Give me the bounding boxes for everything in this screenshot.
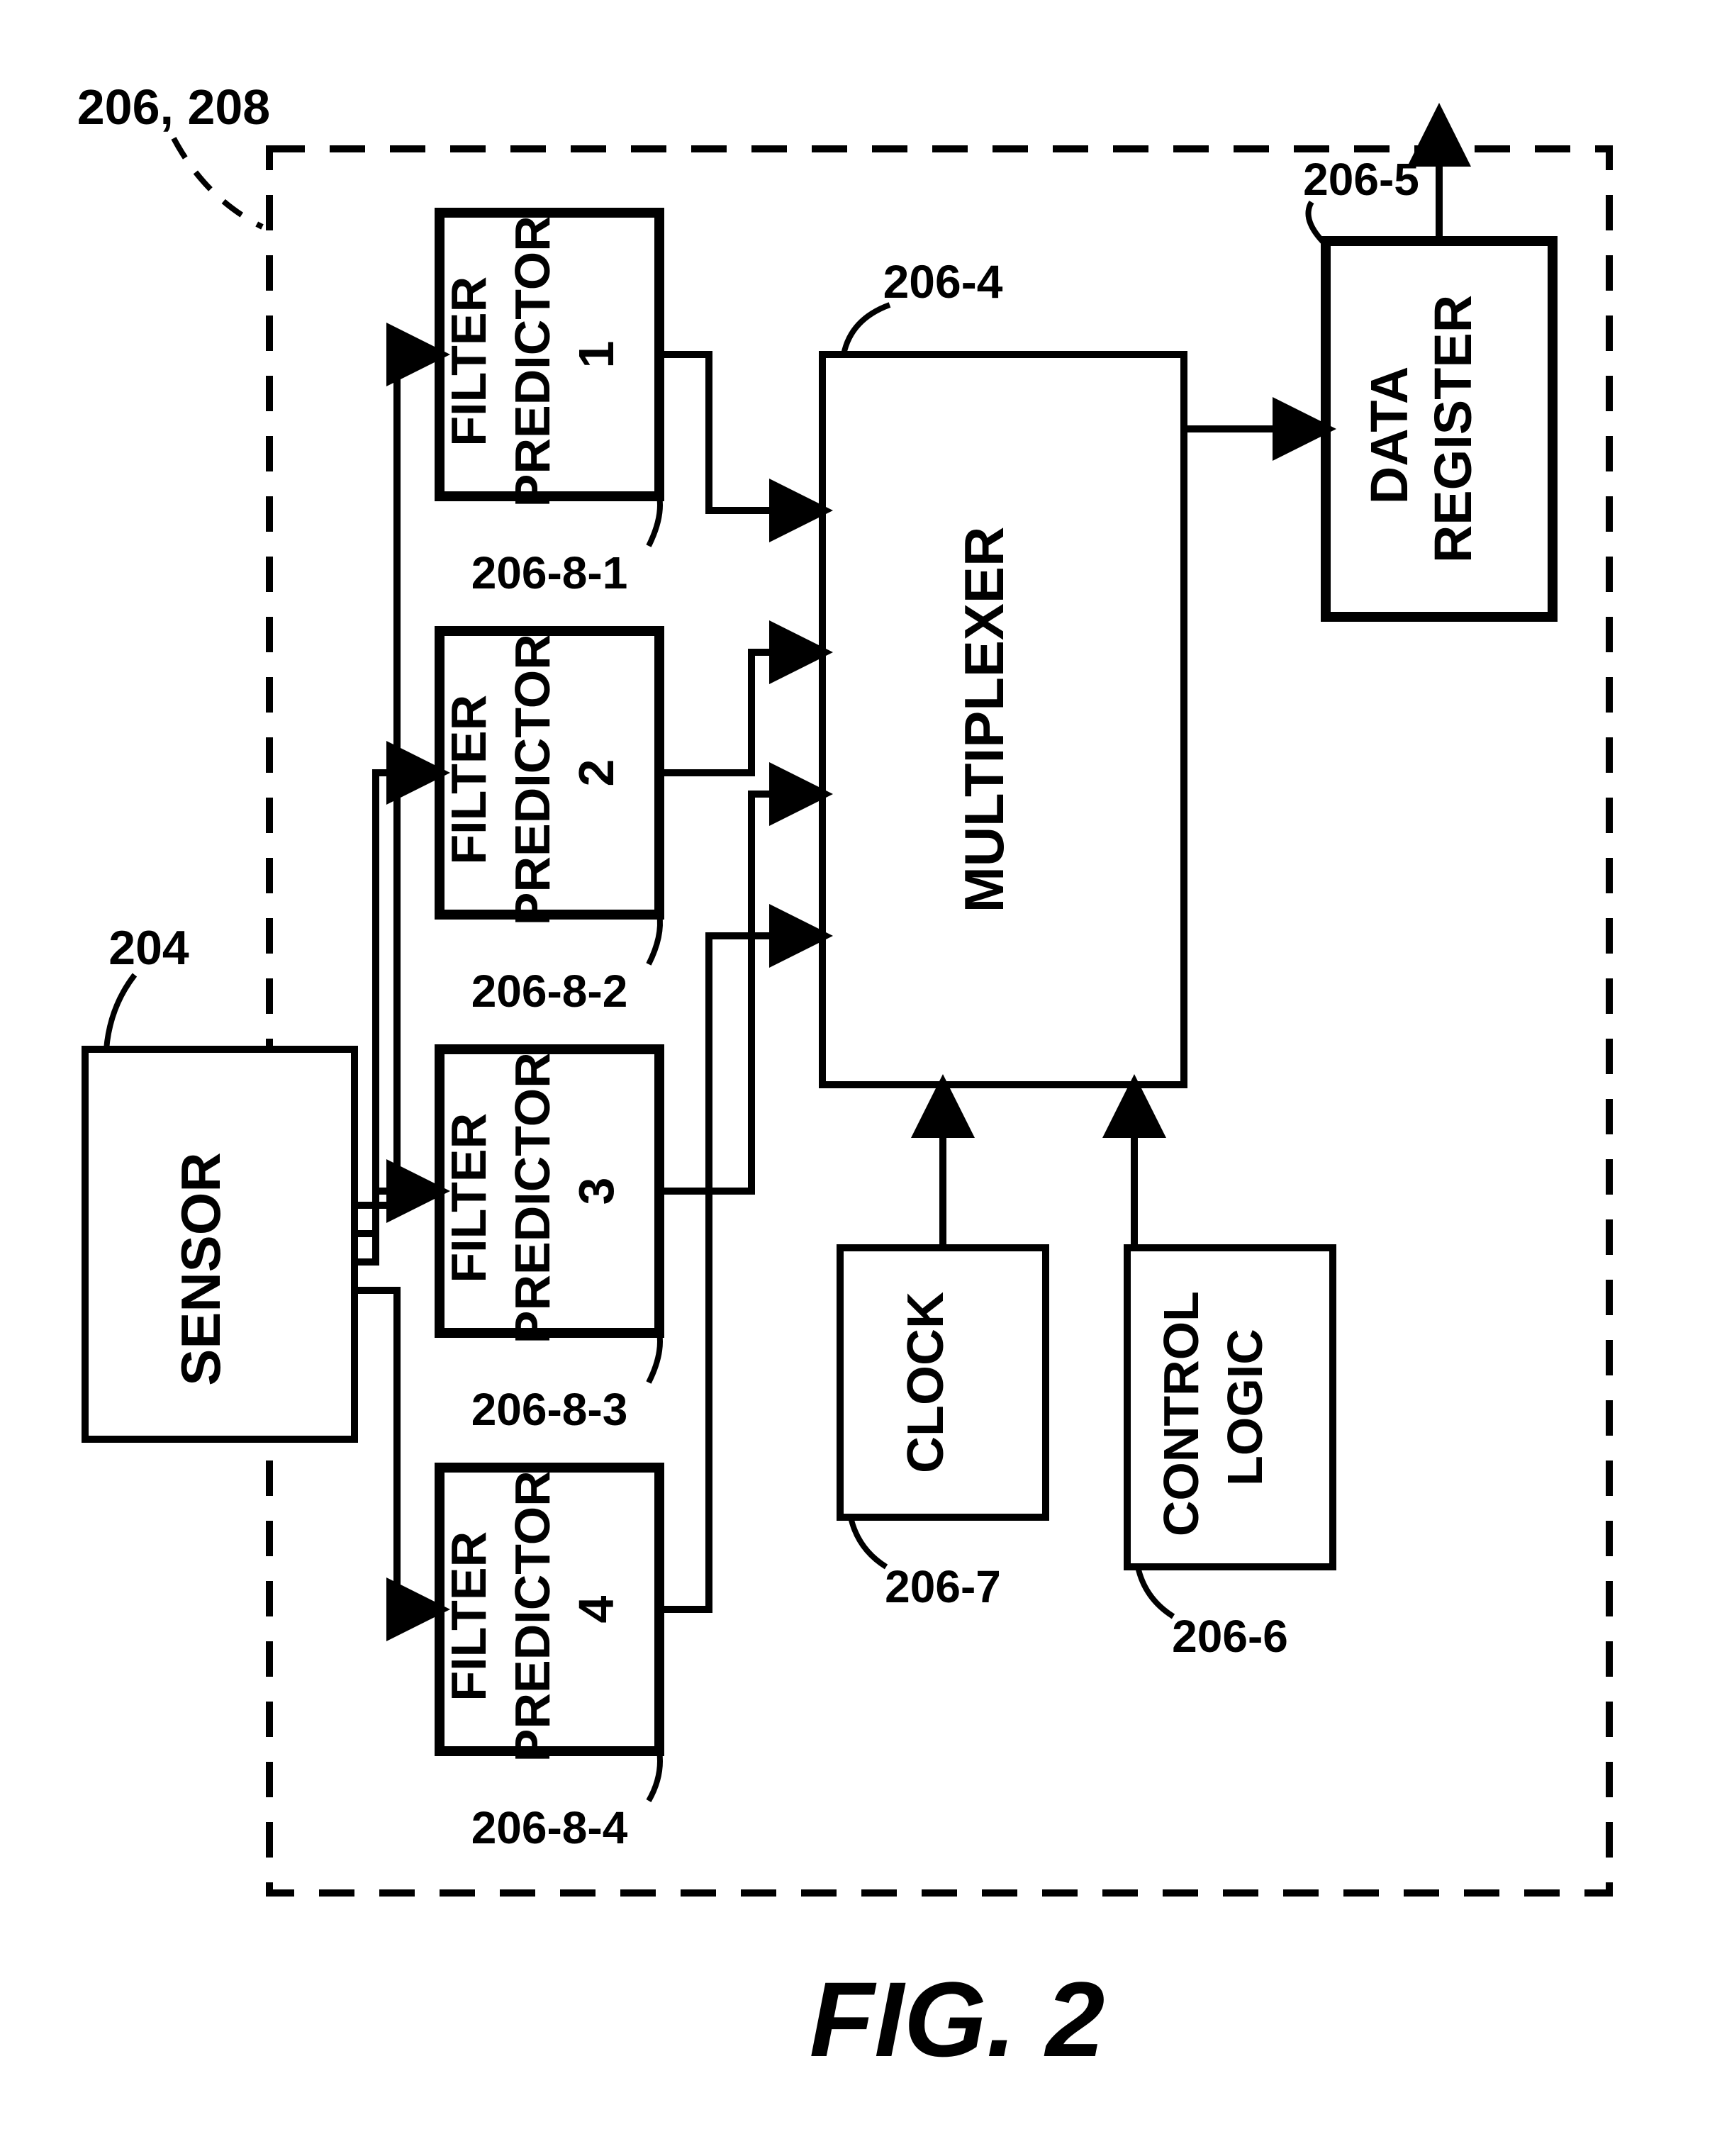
wire-sensor-fp4 bbox=[354, 1290, 440, 1609]
leader-register bbox=[1309, 202, 1326, 245]
fp3-ref: 206-8-3 bbox=[471, 1384, 628, 1435]
leader-fp2 bbox=[649, 915, 660, 964]
sensor-label: SENSOR bbox=[169, 1152, 232, 1385]
control-logic-block: CONTROL LOGIC bbox=[1127, 1248, 1333, 1567]
filter-predictor-3: FILTER PREDICTOR 3 bbox=[440, 1039, 659, 1344]
filter-predictor-1: FILTER PREDICTOR 1 bbox=[440, 202, 659, 507]
leader-fp4 bbox=[649, 1751, 660, 1801]
svg-text:CLOCK: CLOCK bbox=[898, 1292, 954, 1473]
fp1-ref: 206-8-1 bbox=[471, 547, 628, 598]
wire-fp1-mux bbox=[659, 354, 822, 510]
fp4-ref: 206-8-4 bbox=[471, 1802, 628, 1853]
leader-fp3 bbox=[649, 1333, 660, 1383]
clock-ref: 206-7 bbox=[885, 1561, 1001, 1612]
mux-ref: 206-4 bbox=[883, 255, 1003, 308]
container-ref: 206, 208 bbox=[77, 79, 270, 135]
clock-block: CLOCK bbox=[840, 1248, 1046, 1517]
leader-container bbox=[174, 138, 262, 227]
leader-control bbox=[1138, 1567, 1173, 1616]
leader-mux bbox=[844, 305, 890, 354]
sensor-ref: 204 bbox=[108, 921, 189, 975]
data-register-block: DATA REGISTER bbox=[1326, 241, 1553, 617]
leader-clock bbox=[851, 1517, 886, 1567]
leader-sensor bbox=[106, 975, 135, 1049]
wire-fp4-mux bbox=[659, 936, 822, 1609]
sensor-block: SENSOR bbox=[85, 1049, 354, 1439]
diagram: 206, 208 SENSOR 204 FILTER PREDICTOR 1 2… bbox=[0, 0, 1722, 2156]
multiplexer-block: MULTIPLEXER bbox=[822, 354, 1184, 1085]
filter-predictor-4: FILTER PREDICTOR 4 bbox=[440, 1457, 659, 1762]
register-ref: 206-5 bbox=[1303, 154, 1419, 205]
figure-label: FIG. 2 bbox=[810, 1960, 1105, 2079]
svg-text:MULTIPLEXER: MULTIPLEXER bbox=[953, 527, 1015, 913]
wire-fp3-mux bbox=[659, 794, 822, 1191]
control-ref: 206-6 bbox=[1172, 1611, 1288, 1662]
filter-predictor-2: FILTER PREDICTOR 2 bbox=[440, 620, 659, 925]
leader-fp1 bbox=[649, 496, 660, 546]
wire-fp2-mux bbox=[659, 652, 822, 773]
fp2-ref: 206-8-2 bbox=[471, 966, 628, 1017]
wire-sensor-fp1 bbox=[354, 354, 440, 1205]
